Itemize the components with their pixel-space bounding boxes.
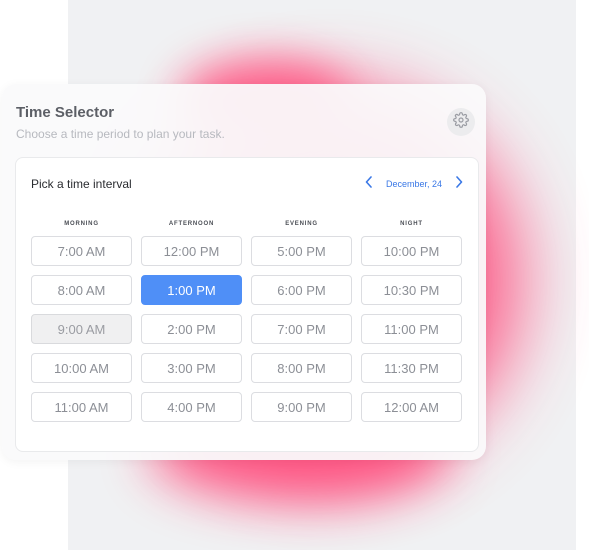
column-header: MORNING — [64, 221, 99, 227]
chevron-right-icon — [455, 175, 463, 193]
column-night: NIGHT 10:00 PM 10:30 PM 11:00 PM 11:30 P… — [361, 217, 462, 422]
prev-date-button[interactable] — [362, 175, 376, 193]
time-slot[interactable]: 10:00 PM — [361, 236, 462, 266]
time-slot[interactable]: 4:00 PM — [141, 392, 242, 422]
chevron-left-icon — [365, 175, 373, 193]
column-evening: EVENING 5:00 PM 6:00 PM 7:00 PM 8:00 PM … — [251, 217, 352, 422]
settings-button[interactable] — [447, 108, 475, 136]
time-slot[interactable]: 8:00 PM — [251, 353, 352, 383]
card-subtitle: Choose a time period to plan your task. — [16, 127, 225, 141]
time-slot[interactable]: 3:00 PM — [141, 353, 242, 383]
time-slot[interactable]: 10:00 AM — [31, 353, 132, 383]
time-slot[interactable]: 2:00 PM — [141, 314, 242, 344]
time-slot-selected[interactable]: 1:00 PM — [141, 275, 242, 305]
time-slot[interactable]: 7:00 AM — [31, 236, 132, 266]
time-slot[interactable]: 12:00 AM — [361, 392, 462, 422]
gear-icon — [453, 111, 469, 133]
column-header: AFTERNOON — [168, 221, 215, 227]
time-selector-card: Time Selector Choose a time period to pl… — [2, 84, 486, 460]
current-date: December, 24 — [385, 179, 442, 189]
time-slot[interactable]: 11:00 AM — [31, 392, 132, 422]
time-slot[interactable]: 8:00 AM — [31, 275, 132, 305]
time-slot[interactable]: 12:00 PM — [141, 236, 242, 266]
column-header: EVENING — [285, 221, 318, 227]
time-slot[interactable]: 10:30 PM — [361, 275, 462, 305]
time-picker-panel: Pick a time interval December, 24 MORNIN… — [15, 157, 479, 452]
time-slot[interactable]: 9:00 PM — [251, 392, 352, 422]
next-date-button[interactable] — [452, 175, 466, 193]
time-slot[interactable]: 11:30 PM — [361, 353, 462, 383]
time-slot[interactable]: 5:00 PM — [251, 236, 352, 266]
column-afternoon: AFTERNOON 12:00 PM 1:00 PM 2:00 PM 3:00 … — [141, 217, 242, 422]
time-slot[interactable]: 11:00 PM — [361, 314, 462, 344]
time-slot[interactable]: 6:00 PM — [251, 275, 352, 305]
picker-label: Pick a time interval — [31, 177, 132, 191]
card-title: Time Selector — [16, 104, 115, 121]
time-slot-disabled[interactable]: 9:00 AM — [31, 314, 132, 344]
column-morning: MORNING 7:00 AM 8:00 AM 9:00 AM 10:00 AM… — [31, 217, 132, 422]
time-slot[interactable]: 7:00 PM — [251, 314, 352, 344]
date-navigation: December, 24 — [362, 174, 466, 194]
column-header: NIGHT — [400, 221, 423, 227]
